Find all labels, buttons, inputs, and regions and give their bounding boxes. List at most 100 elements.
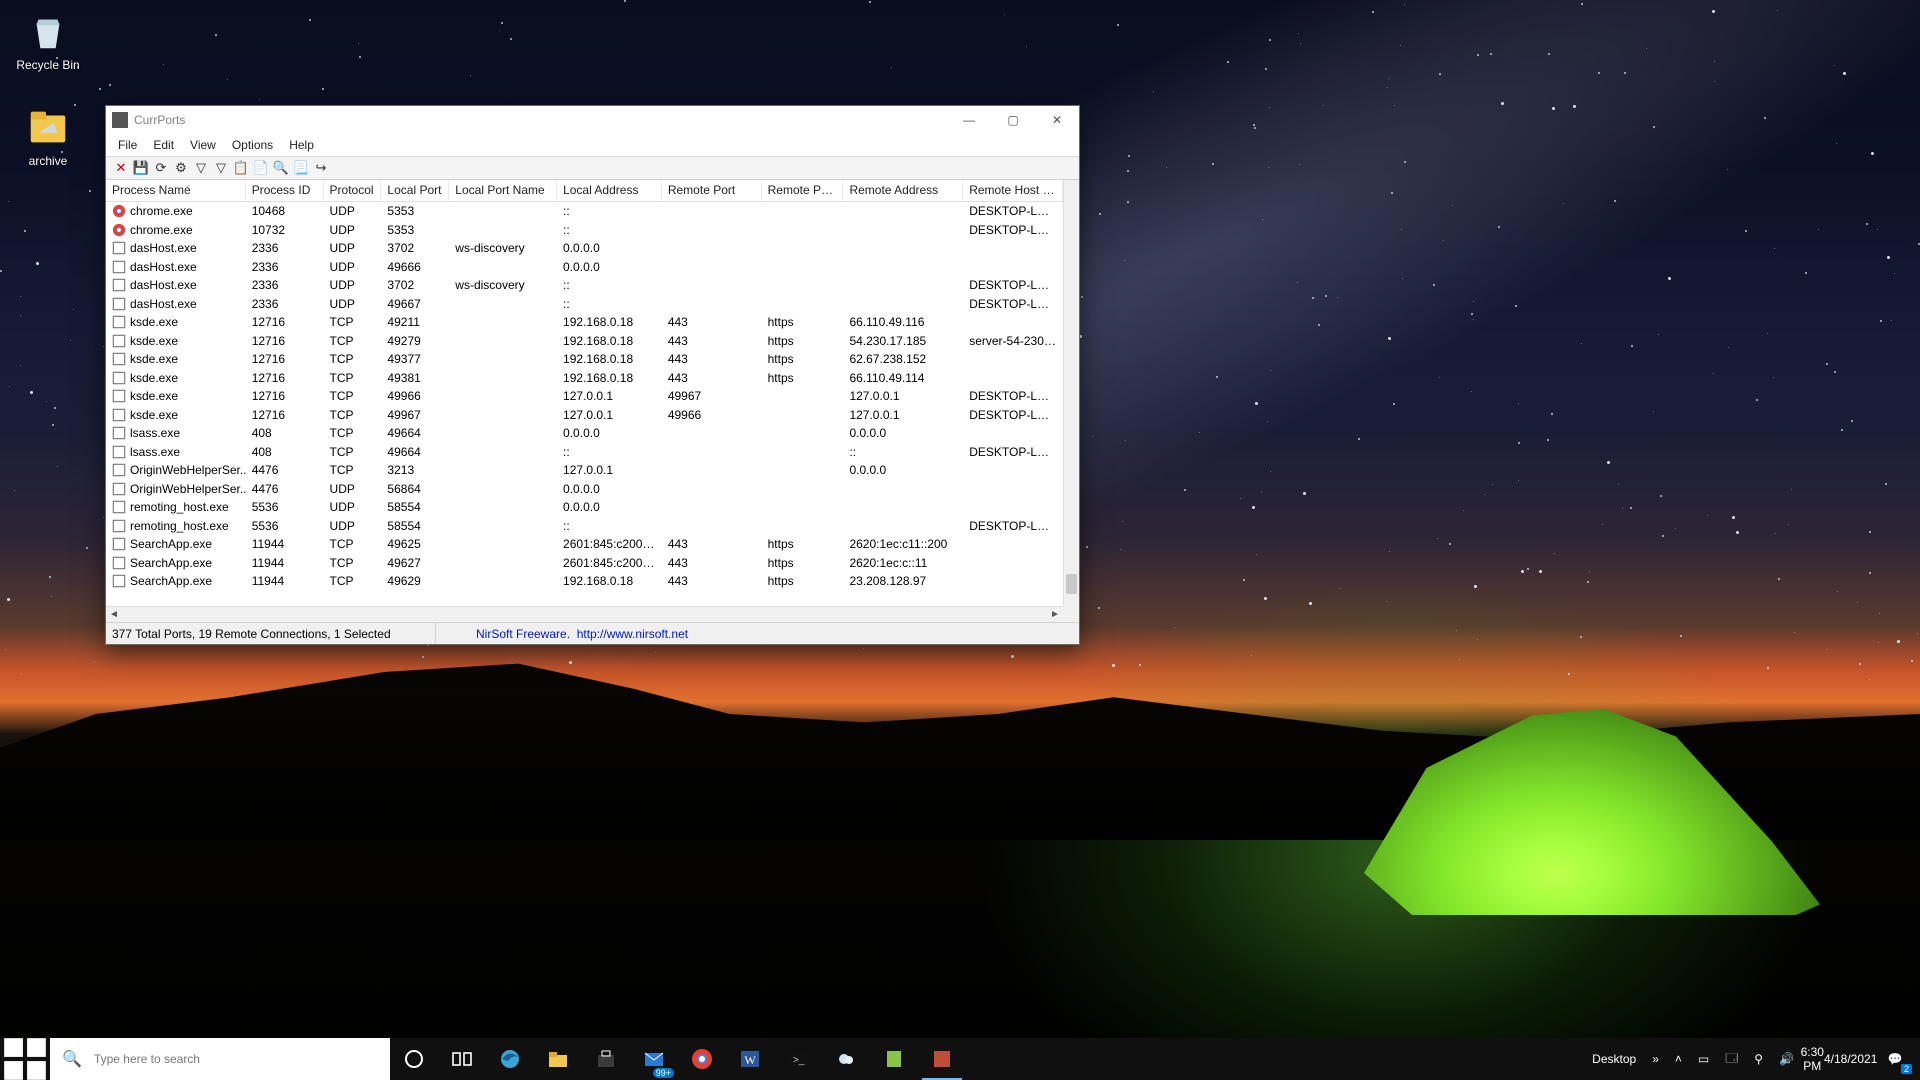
taskbar-app-cortana[interactable] bbox=[390, 1038, 438, 1080]
table-row[interactable]: ksde.exe12716TCP49967127.0.0.149966127.0… bbox=[106, 406, 1063, 425]
table-row[interactable]: OriginWebHelperSer...4476UDP568640.0.0.0 bbox=[106, 480, 1063, 499]
maximize-button[interactable]: ▢ bbox=[991, 106, 1035, 134]
tray-clock[interactable]: 6:30 PM 4/18/2021 bbox=[1802, 1038, 1876, 1080]
column-header-rport[interactable]: Remote Port bbox=[662, 180, 762, 201]
close-button[interactable]: ✕ bbox=[1035, 106, 1079, 134]
toolbar-desktop-label[interactable]: Desktop bbox=[1584, 1038, 1644, 1080]
table-row[interactable]: remoting_host.exe5536UDP585540.0.0.0 bbox=[106, 498, 1063, 517]
table-row[interactable]: dasHost.exe2336UDP3702ws-discovery::DESK… bbox=[106, 276, 1063, 295]
tray-overflow-chevron-icon[interactable]: ˄ bbox=[1667, 1038, 1690, 1080]
column-header-raddr[interactable]: Remote Address bbox=[843, 180, 963, 201]
scroll-left-arrow-icon[interactable]: ◄ bbox=[106, 609, 122, 620]
cell-proto: TCP bbox=[324, 314, 382, 330]
table-row[interactable]: OriginWebHelperSer...4476TCP3213127.0.0.… bbox=[106, 461, 1063, 480]
table-row[interactable]: SearchApp.exe11944TCP49629192.168.0.1844… bbox=[106, 572, 1063, 591]
tray-meet-now-icon[interactable]: ▭ bbox=[1690, 1038, 1717, 1080]
table-row[interactable]: dasHost.exe2336UDP49667::DESKTOP-LD7Q1 bbox=[106, 295, 1063, 314]
taskbar-app-task-view[interactable] bbox=[438, 1038, 486, 1080]
menu-view[interactable]: View bbox=[182, 136, 224, 154]
copy-icon[interactable]: 📋 bbox=[232, 159, 250, 177]
menu-edit[interactable]: Edit bbox=[145, 136, 182, 154]
column-header-pid[interactable]: Process ID bbox=[246, 180, 324, 201]
tray-battery-icon[interactable]: 🗔 bbox=[1717, 1038, 1746, 1080]
cell-process: OriginWebHelperSer... bbox=[106, 462, 246, 478]
process-icon bbox=[112, 315, 126, 329]
titlebar[interactable]: CurrPorts — ▢ ✕ bbox=[106, 106, 1079, 134]
column-header-laddr[interactable]: Local Address bbox=[557, 180, 662, 201]
tray-volume-icon[interactable]: 🔊 bbox=[1771, 1038, 1802, 1080]
table-row[interactable]: SearchApp.exe11944TCP496252601:845:c200:… bbox=[106, 535, 1063, 554]
table-row[interactable]: ksde.exe12716TCP49279192.168.0.18443http… bbox=[106, 332, 1063, 351]
table-body[interactable]: chrome.exe10468UDP5353::DESKTOP-LD7Q1chr… bbox=[106, 202, 1063, 606]
menu-file[interactable]: File bbox=[110, 136, 145, 154]
desktop-icon-recycle-bin[interactable]: Recycle Bin bbox=[8, 8, 88, 72]
table-row[interactable]: lsass.exe408TCP496640.0.0.00.0.0.0 bbox=[106, 424, 1063, 443]
cell-laddr: 192.168.0.18 bbox=[557, 370, 662, 386]
cell-pid: 2336 bbox=[246, 296, 324, 312]
refresh-icon[interactable]: ⟳ bbox=[152, 159, 170, 177]
table-row[interactable]: chrome.exe10732UDP5353::DESKTOP-LD7Q1 bbox=[106, 221, 1063, 240]
cell-process: dasHost.exe bbox=[106, 277, 246, 293]
column-header-process[interactable]: Process Name bbox=[106, 180, 246, 201]
desktop-icon-archive-folder[interactable]: archive bbox=[8, 104, 88, 168]
show-desktop-button[interactable] bbox=[1914, 1038, 1920, 1080]
tray-wifi-icon[interactable]: ⚲ bbox=[1746, 1038, 1771, 1080]
table-row[interactable]: dasHost.exe2336UDP496660.0.0.0 bbox=[106, 258, 1063, 277]
cell-raddr: 23.208.128.97 bbox=[843, 573, 963, 589]
start-button[interactable] bbox=[0, 1038, 50, 1080]
table-row[interactable]: chrome.exe10468UDP5353::DESKTOP-LD7Q1 bbox=[106, 202, 1063, 221]
table-row[interactable]: remoting_host.exe5536UDP58554::DESKTOP-L… bbox=[106, 517, 1063, 536]
taskbar-app-edge[interactable] bbox=[486, 1038, 534, 1080]
column-header-lport[interactable]: Local Port bbox=[381, 180, 449, 201]
filter-toggle-icon[interactable]: ▽ bbox=[192, 159, 210, 177]
column-header-proto[interactable]: Protocol bbox=[324, 180, 382, 201]
column-header-lportname[interactable]: Local Port Name bbox=[449, 180, 557, 201]
cell-process: dasHost.exe bbox=[106, 259, 246, 275]
properties-icon[interactable]: 📄 bbox=[252, 159, 270, 177]
menu-options[interactable]: Options bbox=[224, 136, 281, 154]
column-header-rportname[interactable]: Remote Por... bbox=[762, 180, 844, 201]
action-center-button[interactable]: 💬 2 bbox=[1876, 1038, 1914, 1080]
taskbar-app-microsoft-store[interactable] bbox=[582, 1038, 630, 1080]
table-row[interactable]: lsass.exe408TCP49664::::DESKTOP-LD7Q1 bbox=[106, 443, 1063, 462]
cell-lportname bbox=[449, 580, 557, 582]
cell-lportname bbox=[449, 210, 557, 212]
auto-refresh-icon[interactable]: ⚙ bbox=[172, 159, 190, 177]
clear-filter-icon[interactable]: ▽ bbox=[212, 159, 230, 177]
nirsoft-link[interactable]: http://www.nirsoft.net bbox=[577, 627, 688, 641]
close-port-icon[interactable]: ✕ bbox=[112, 159, 130, 177]
menu-help[interactable]: Help bbox=[281, 136, 322, 154]
notepadpp-icon bbox=[882, 1047, 906, 1071]
cell-process: lsass.exe bbox=[106, 444, 246, 460]
exit-icon[interactable]: ↪ bbox=[312, 159, 330, 177]
taskbar-app-mail[interactable]: 99+ bbox=[630, 1038, 678, 1080]
taskbar-app-terminal[interactable]: >_ bbox=[774, 1038, 822, 1080]
table-row[interactable]: SearchApp.exe11944TCP496272601:845:c200:… bbox=[106, 554, 1063, 573]
table-row[interactable]: ksde.exe12716TCP49211192.168.0.18443http… bbox=[106, 313, 1063, 332]
cell-laddr: 0.0.0.0 bbox=[557, 425, 662, 441]
cell-pid: 2336 bbox=[246, 277, 324, 293]
table-row[interactable]: ksde.exe12716TCP49966127.0.0.149967127.0… bbox=[106, 387, 1063, 406]
taskbar-app-file-explorer[interactable] bbox=[534, 1038, 582, 1080]
taskbar-app-currports-app[interactable] bbox=[918, 1038, 966, 1080]
column-header-rhost[interactable]: Remote Host Na bbox=[963, 180, 1063, 201]
taskbar-app-word[interactable]: W bbox=[726, 1038, 774, 1080]
vertical-scrollbar[interactable] bbox=[1063, 180, 1079, 606]
save-icon[interactable]: 💾 bbox=[132, 159, 150, 177]
cell-rhost: DESKTOP-LD7Q1 bbox=[963, 388, 1063, 404]
taskbar-search[interactable]: 🔍 Type here to search bbox=[50, 1038, 390, 1080]
vertical-scroll-thumb[interactable] bbox=[1066, 574, 1077, 594]
taskbar-app-weather[interactable] bbox=[822, 1038, 870, 1080]
scroll-right-arrow-icon[interactable]: ► bbox=[1047, 609, 1063, 620]
taskbar-app-notepadpp[interactable] bbox=[870, 1038, 918, 1080]
table-row[interactable]: ksde.exe12716TCP49377192.168.0.18443http… bbox=[106, 350, 1063, 369]
horizontal-scrollbar[interactable]: ◄ ► bbox=[106, 606, 1063, 622]
cell-proto: UDP bbox=[324, 240, 382, 256]
table-row[interactable]: ksde.exe12716TCP49381192.168.0.18443http… bbox=[106, 369, 1063, 388]
toolbar-desktop-chevron-icon[interactable]: » bbox=[1644, 1038, 1667, 1080]
find-icon[interactable]: 🔍 bbox=[272, 159, 290, 177]
html-report-icon[interactable]: 📃 bbox=[292, 159, 310, 177]
taskbar-app-chrome[interactable] bbox=[678, 1038, 726, 1080]
minimize-button[interactable]: — bbox=[947, 106, 991, 134]
table-row[interactable]: dasHost.exe2336UDP3702ws-discovery0.0.0.… bbox=[106, 239, 1063, 258]
